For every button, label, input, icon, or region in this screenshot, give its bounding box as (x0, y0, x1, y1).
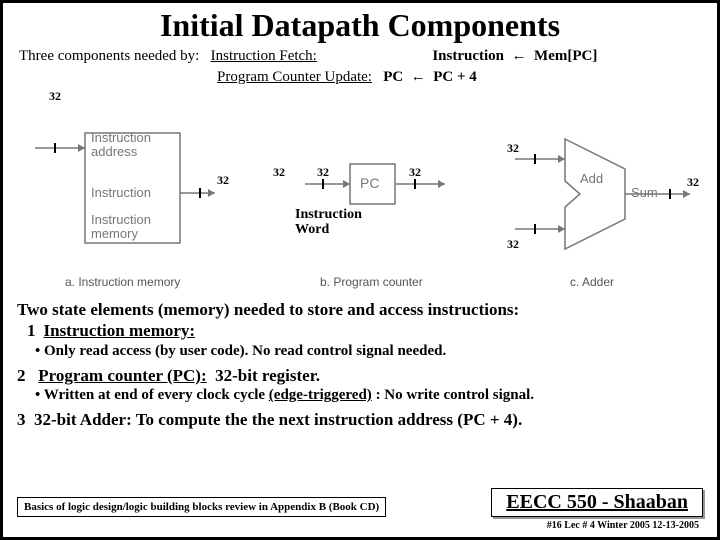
item-1-bullet: • Only read access (by user code). No re… (35, 342, 703, 361)
pc-rhs: PC + 4 (433, 69, 477, 85)
sum-label: Sum (631, 185, 658, 200)
slide-meta: #16 Lec # 4 Winter 2005 12-13-2005 (547, 520, 699, 531)
bw-label: 32 (49, 89, 61, 104)
instr-memory-svg (25, 93, 215, 273)
pc-label: PC (360, 175, 379, 191)
appendix-note: Basics of logic design/logic building bl… (17, 497, 386, 517)
item-2-edge: (edge-triggered) (269, 387, 372, 403)
item-2-bullet-a: • Written at end of every clock cycle (35, 387, 265, 403)
fetch-label: Instruction Fetch: (211, 48, 317, 64)
add-label: Add (580, 171, 603, 186)
item-2-text-a: Program counter (PC): (38, 366, 206, 385)
fetch-mempc: Mem[PC] (534, 48, 597, 64)
arrow-icon: ← (411, 68, 426, 85)
bw-label: 32 (217, 173, 229, 188)
bw-label: 32 (409, 165, 421, 180)
item-1-num: 1 (27, 321, 36, 340)
item-3-num: 3 (17, 410, 26, 429)
item-1-text: Instruction memory: (44, 321, 196, 340)
pcupdate-label: Program Counter Update: (217, 69, 372, 85)
intro-block: Three components needed by: Instruction … (19, 46, 701, 87)
item-2-num: 2 (17, 366, 26, 385)
instruction-label: Instruction (91, 185, 151, 200)
bw-label: 32 (507, 141, 519, 156)
slide-title: Initial Datapath Components (3, 7, 717, 44)
item-3-text: 32-bit Adder: To compute the the next in… (34, 410, 522, 429)
bw-label: 32 (273, 165, 285, 180)
instr-mem-label: Instructionmemory (91, 213, 151, 242)
slide: Initial Datapath Components Three compon… (0, 0, 720, 540)
adder-svg (495, 129, 705, 269)
caption-a: a. Instruction memory (65, 275, 180, 289)
bw-label: 32 (507, 237, 519, 252)
bw-label: 32 (317, 165, 329, 180)
instr-addr-label: Instructionaddress (91, 131, 151, 160)
item-2-bullet-b: : No write control signal. (376, 387, 534, 403)
bw-label: 32 (687, 175, 699, 190)
instr-word-label: InstructionWord (295, 207, 362, 238)
item-2-text-b: 32-bit register. (215, 366, 320, 385)
caption-b: b. Program counter (320, 275, 423, 289)
arrow-icon: ← (512, 47, 527, 64)
intro-prefix: Three components needed by: (19, 48, 199, 64)
course-box: EECC 550 - Shaaban (491, 488, 703, 517)
fetch-instr: Instruction (432, 48, 504, 64)
diagram-area: 32 Instructionaddress Instruction Instru… (15, 89, 705, 299)
body-text: Two state elements (memory) needed to st… (17, 299, 703, 430)
caption-c: c. Adder (570, 275, 614, 289)
pc-lhs: PC (383, 69, 403, 85)
lead-text: Two state elements (memory) needed to st… (17, 299, 703, 320)
